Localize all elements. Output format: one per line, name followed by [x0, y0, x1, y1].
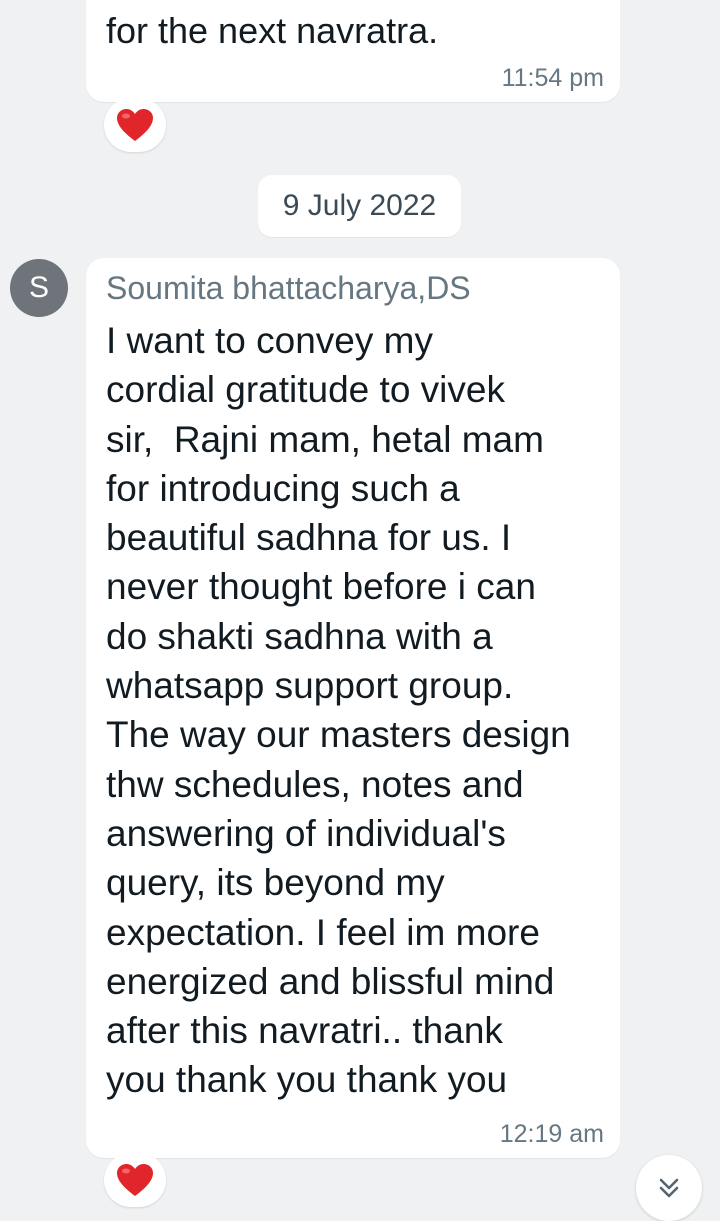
message-line: sir, Rajni mam, hetal mam: [106, 418, 544, 460]
message-line: thw schedules, notes and: [106, 763, 524, 805]
message-line: for introducing such a: [106, 467, 460, 509]
message-line: beautiful sadhna for us. I: [106, 517, 512, 559]
reaction-badge[interactable]: [104, 98, 166, 152]
previous-message-text: for the next navratra.: [106, 10, 439, 51]
heart-icon: [117, 1164, 153, 1196]
avatar[interactable]: S: [10, 259, 68, 317]
message-line: I want to convey my: [106, 320, 433, 361]
message-line: energized and blissful mind: [106, 960, 555, 1002]
message-line: whatsapp support group.: [106, 665, 514, 707]
message-text: I want to convey my cordial gratitude to…: [106, 316, 606, 1105]
message-time: 12:19 am: [499, 1120, 604, 1148]
sender-name[interactable]: Soumita bhattacharya,DS: [106, 270, 471, 307]
previous-message-bubble[interactable]: for the next navratra. 11:54 pm: [86, 0, 620, 102]
message-line: after this navratri.. thank: [106, 1010, 503, 1052]
scroll-to-bottom-button[interactable]: [636, 1155, 702, 1221]
message-line: do shakti sadhna with a: [106, 615, 493, 657]
message-line: query, its beyond my: [106, 862, 445, 904]
message-line: The way our masters design: [106, 714, 571, 756]
double-chevron-down-icon: [659, 1178, 679, 1198]
message-line: cordial gratitude to vivek: [106, 369, 505, 411]
previous-message-time: 11:54 pm: [501, 64, 604, 92]
date-separator: 9 July 2022: [258, 175, 461, 237]
message-line: you thank you thank you: [106, 1059, 508, 1101]
message-line: answering of individual's: [106, 812, 506, 854]
heart-icon: [117, 109, 153, 141]
message-bubble[interactable]: Soumita bhattacharya,DS I want to convey…: [86, 258, 620, 1158]
message-line: expectation. I feel im more: [106, 911, 540, 953]
reaction-badge[interactable]: [104, 1153, 166, 1207]
message-line: never thought before i can: [106, 566, 536, 608]
